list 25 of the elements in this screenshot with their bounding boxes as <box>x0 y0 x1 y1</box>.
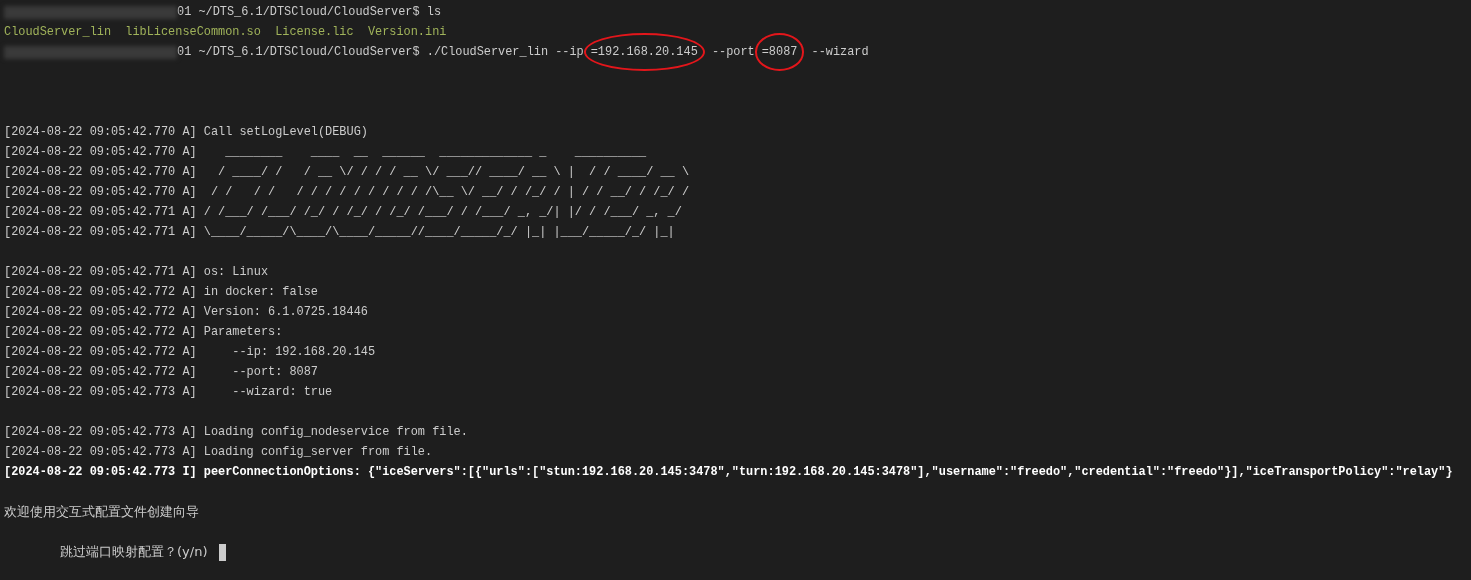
command-text: 01 ~/DTS_6.1/DTSCloud/CloudServer$ ./CloudServer_lin --ip <box>177 44 584 61</box>
circled-value: =192.168.20.145 <box>583 33 705 71</box>
command-text: --port <box>710 44 755 61</box>
circled-value: =8087 <box>754 33 805 71</box>
log-line: [2024-08-22 09:05:42.772 A] --ip: 192.168.20.145 <box>4 344 376 361</box>
log-line: [2024-08-22 09:05:42.773 A] Loading config_nodeservice from file. <box>4 424 468 441</box>
log-line: [2024-08-22 09:05:42.773 I] peerConnectionOptions: {"iceServers":[{"urls":["stun:192.168.20.145:3478","turn:192.168.20.145:3478"],"username":"freedo","credential":"freedo"}],"iceTransportPolicy":"relay"} <box>4 464 1453 481</box>
log-line: [2024-08-22 09:05:42.772 A] in docker: false <box>4 284 318 301</box>
log-line: [2024-08-22 09:05:42.771 A] / /___/ /___/ /_/ / /_/ / /_/ /___/ / /___/ _, _/| |/ / /___/ _, _/ <box>4 204 682 221</box>
log-line: [2024-08-22 09:05:42.772 A] Version: 6.1.0725.18446 <box>4 304 368 321</box>
log-line: [2024-08-22 09:05:42.773 A] Loading config_server from file. <box>4 444 433 461</box>
wizard-question: 跳过端口映射配置？(y/n) <box>60 543 208 561</box>
log-line: [2024-08-22 09:05:42.773 A] --wizard: true <box>4 384 333 401</box>
log-line: [2024-08-22 09:05:42.771 A] \____/_____/\____/\____/_____//____/_____/_/ |_| |___/_____/_/ |_| <box>4 224 675 241</box>
command-output: CloudServer_lin libLicenseCommon.so License.lic Version.ini <box>4 24 447 41</box>
log-line: [2024-08-22 09:05:42.770 A] / ____/ / / __ \/ / / / __ \/ ___// ____/ __ \ | / / ____/ __ \ <box>4 164 689 181</box>
command-text: --wizard <box>810 44 869 61</box>
log-line: [2024-08-22 09:05:42.770 A] Call setLogLevel(DEBUG) <box>4 124 368 141</box>
command-text: 01 ~/DTS_6.1/DTSCloud/CloudServer$ ls <box>177 4 441 21</box>
log-line: [2024-08-22 09:05:42.770 A] / / / / / / / / / / / / / /\__ \/ __/ / /_/ / | / / __/ / /_/ / <box>4 184 689 201</box>
log-line: [2024-08-22 09:05:42.770 A] ________ ____ __ ______ _____________ _ __________ <box>4 144 647 161</box>
log-line: [2024-08-22 09:05:42.772 A] --port: 8087 <box>4 364 318 381</box>
wizard-message: 欢迎使用交互式配置文件创建向导 <box>4 503 199 521</box>
log-line: [2024-08-22 09:05:42.772 A] Parameters: <box>4 324 283 341</box>
log-line: [2024-08-22 09:05:42.771 A] os: Linux <box>4 264 268 281</box>
